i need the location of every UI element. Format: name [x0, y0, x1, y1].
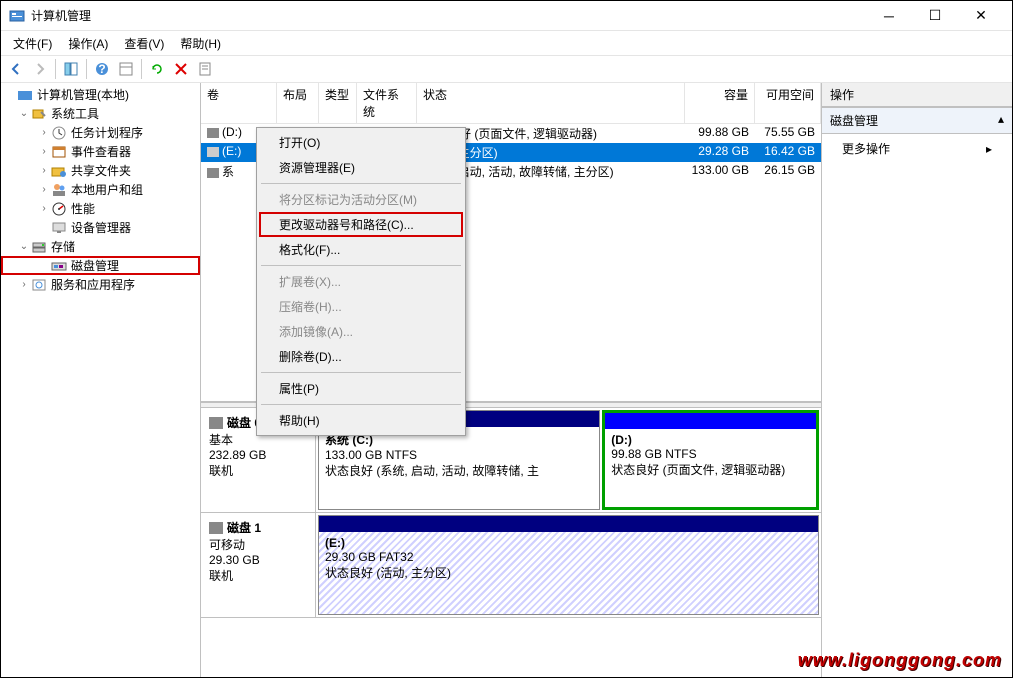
- menu-file[interactable]: 文件(F): [5, 33, 60, 54]
- titlebar: 计算机管理 ─ ☐ ✕: [1, 1, 1012, 31]
- actions-header: 操作: [822, 83, 1012, 107]
- partition-header: [319, 516, 818, 532]
- ctx-change-drive-letter[interactable]: 更改驱动器号和路径(C)...: [259, 212, 463, 237]
- ctx-shrink: 压缩卷(H)...: [259, 294, 463, 319]
- tree-device-manager[interactable]: 设备管理器: [1, 218, 200, 237]
- drive-icon: [207, 168, 219, 178]
- more-actions[interactable]: 更多操作▸: [822, 134, 1012, 163]
- svg-text:?: ?: [98, 62, 105, 76]
- col-capacity[interactable]: 容量: [685, 83, 755, 123]
- partition-e[interactable]: (E:)29.30 GB FAT32状态良好 (活动, 主分区): [318, 515, 819, 615]
- tree-storage[interactable]: ⌄存储: [1, 237, 200, 256]
- ctx-delete[interactable]: 删除卷(D)...: [259, 344, 463, 369]
- disk-label[interactable]: 磁盘 1 可移动 29.30 GB 联机: [201, 513, 316, 617]
- help-button[interactable]: ?: [91, 58, 113, 80]
- ctx-help[interactable]: 帮助(H): [259, 408, 463, 433]
- col-type[interactable]: 类型: [319, 83, 357, 123]
- volume-header-row: 卷 布局 类型 文件系统 状态 容量 可用空间: [201, 83, 821, 124]
- forward-button[interactable]: [29, 58, 51, 80]
- back-button[interactable]: [5, 58, 27, 80]
- separator: [261, 404, 461, 405]
- tree-services[interactable]: ›服务和应用程序: [1, 275, 200, 294]
- app-icon: [9, 8, 25, 24]
- tree-shared-folders[interactable]: ›共享文件夹: [1, 161, 200, 180]
- menu-help[interactable]: 帮助(H): [172, 33, 229, 54]
- drive-icon: [207, 147, 219, 157]
- ctx-mirror: 添加镜像(A)...: [259, 319, 463, 344]
- col-status[interactable]: 状态: [417, 83, 685, 123]
- ctx-format[interactable]: 格式化(F)...: [259, 237, 463, 262]
- col-layout[interactable]: 布局: [277, 83, 319, 123]
- maximize-button[interactable]: ☐: [912, 2, 958, 30]
- separator: [261, 183, 461, 184]
- disk-row: 磁盘 1 可移动 29.30 GB 联机 (E:)29.30 GB FAT32状…: [201, 513, 821, 618]
- menu-view[interactable]: 查看(V): [116, 33, 172, 54]
- menu-action[interactable]: 操作(A): [60, 33, 116, 54]
- nav-tree[interactable]: 计算机管理(本地) ⌄系统工具 ›任务计划程序 ›事件查看器 ›共享文件夹 ›本…: [1, 83, 201, 677]
- ctx-mark-active: 将分区标记为活动分区(M): [259, 187, 463, 212]
- separator: [261, 265, 461, 266]
- separator: [261, 372, 461, 373]
- ctx-explorer[interactable]: 资源管理器(E): [259, 155, 463, 180]
- actions-section[interactable]: 磁盘管理▴: [822, 107, 1012, 134]
- col-filesystem[interactable]: 文件系统: [357, 83, 417, 123]
- window-title: 计算机管理: [31, 7, 866, 24]
- minimize-button[interactable]: ─: [866, 2, 912, 30]
- col-volume[interactable]: 卷: [201, 83, 277, 123]
- tree-system-tools[interactable]: ⌄系统工具: [1, 104, 200, 123]
- refresh-button[interactable]: [146, 58, 168, 80]
- ctx-properties[interactable]: 属性(P): [259, 376, 463, 401]
- tree-performance[interactable]: ›性能: [1, 199, 200, 218]
- drive-icon: [207, 128, 219, 138]
- disk-icon: [209, 522, 223, 534]
- scope-button[interactable]: [60, 58, 82, 80]
- partition-d-selected[interactable]: (D:)99.88 GB NTFS状态良好 (页面文件, 逻辑驱动器): [602, 410, 819, 510]
- close-button[interactable]: ✕: [958, 2, 1004, 30]
- col-free[interactable]: 可用空间: [755, 83, 821, 123]
- partition-header: [605, 413, 816, 429]
- tree-event-viewer[interactable]: ›事件查看器: [1, 142, 200, 161]
- ctx-open[interactable]: 打开(O): [259, 130, 463, 155]
- tree-root[interactable]: 计算机管理(本地): [1, 85, 200, 104]
- toolbar: ?: [1, 55, 1012, 83]
- tree-task-scheduler[interactable]: ›任务计划程序: [1, 123, 200, 142]
- ctx-extend: 扩展卷(X)...: [259, 269, 463, 294]
- context-menu: 打开(O) 资源管理器(E) 将分区标记为活动分区(M) 更改驱动器号和路径(C…: [256, 127, 466, 436]
- disk-icon: [209, 417, 223, 429]
- actions-pane: 操作 磁盘管理▴ 更多操作▸: [822, 83, 1012, 677]
- view-button[interactable]: [115, 58, 137, 80]
- tree-local-users[interactable]: ›本地用户和组: [1, 180, 200, 199]
- collapse-icon[interactable]: ▴: [998, 112, 1004, 126]
- tree-disk-management[interactable]: 磁盘管理: [1, 256, 200, 275]
- delete-button[interactable]: [170, 58, 192, 80]
- main-content: 卷 布局 类型 文件系统 状态 容量 可用空间 (D:) 简单 基本 NTFS …: [201, 83, 822, 677]
- disk-graphical-view: 磁盘 0 基本 232.89 GB 联机 系统 (C:)133.00 GB NT…: [201, 408, 821, 677]
- properties-button[interactable]: [194, 58, 216, 80]
- menubar: 文件(F) 操作(A) 查看(V) 帮助(H): [1, 31, 1012, 55]
- watermark: www.ligonggong.com: [798, 650, 1002, 671]
- chevron-right-icon: ▸: [986, 142, 992, 156]
